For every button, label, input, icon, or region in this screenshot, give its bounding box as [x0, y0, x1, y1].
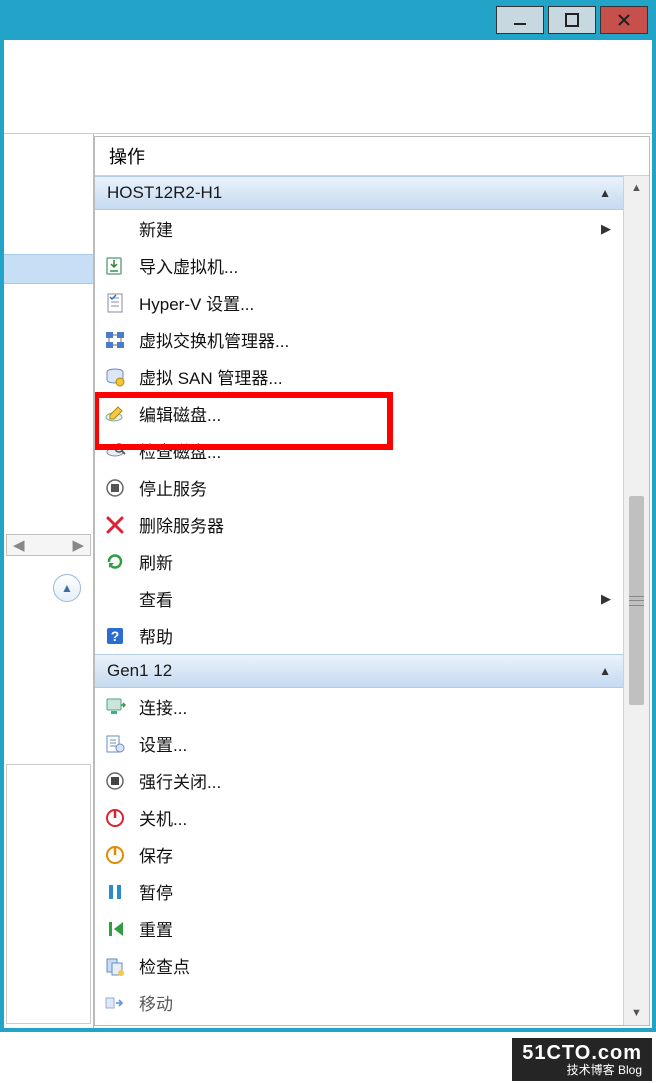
- blank-icon: [103, 217, 127, 241]
- action-hyperv-settings[interactable]: Hyper-V 设置...: [95, 284, 623, 321]
- edit-disk-icon: [103, 402, 127, 426]
- action-virtual-san-manager[interactable]: 虚拟 SAN 管理器...: [95, 358, 623, 395]
- refresh-icon: [103, 550, 127, 574]
- window-titlebar: [4, 4, 652, 40]
- actions-pane: 操作 HOST12R2-H1 ▲ 新建 ▶: [94, 136, 650, 1026]
- section-title: HOST12R2-H1: [107, 183, 222, 203]
- action-remove-server[interactable]: 删除服务器: [95, 506, 623, 543]
- submenu-arrow-icon: ▶: [601, 221, 611, 237]
- vsan-icon: [103, 365, 127, 389]
- move-icon: [103, 991, 127, 1015]
- section-header-host[interactable]: HOST12R2-H1 ▲: [95, 176, 623, 210]
- scroll-down-icon[interactable]: ▼: [624, 1001, 649, 1025]
- action-connect[interactable]: 连接...: [95, 688, 623, 725]
- action-new[interactable]: 新建 ▶: [95, 210, 623, 247]
- reset-icon: [103, 917, 127, 941]
- action-vm-settings[interactable]: 设置...: [95, 725, 623, 762]
- selected-row-stub[interactable]: [4, 254, 93, 284]
- delete-icon: [103, 513, 127, 537]
- action-pause[interactable]: 暂停: [95, 873, 623, 910]
- action-help[interactable]: ? 帮助: [95, 617, 623, 654]
- actions-pane-title: 操作: [95, 137, 649, 176]
- action-import-vm[interactable]: 导入虚拟机...: [95, 247, 623, 284]
- vm-settings-icon: [103, 732, 127, 756]
- action-shut-down[interactable]: 关机...: [95, 799, 623, 836]
- maximize-button[interactable]: [548, 6, 596, 34]
- section-title: Gen1 12: [107, 661, 172, 681]
- action-reset[interactable]: 重置: [95, 910, 623, 947]
- action-stop-service[interactable]: 停止服务: [95, 469, 623, 506]
- connect-icon: [103, 695, 127, 719]
- collapse-icon: ▲: [599, 186, 611, 200]
- action-view[interactable]: 查看 ▶: [95, 580, 623, 617]
- stop-icon: [103, 476, 127, 500]
- action-inspect-disk[interactable]: 检查磁盘...: [95, 432, 623, 469]
- close-button[interactable]: [600, 6, 648, 34]
- toolbar-region: [4, 44, 652, 134]
- blank-icon: [103, 587, 127, 611]
- collapse-icon: ▲: [599, 664, 611, 678]
- turn-off-icon: [103, 769, 127, 793]
- action-move[interactable]: 移动: [95, 984, 623, 1021]
- scroll-up-icon[interactable]: ▲: [624, 176, 649, 200]
- action-checkpoint[interactable]: 检查点: [95, 947, 623, 984]
- svg-text:?: ?: [111, 628, 120, 644]
- horizontal-scrollbar[interactable]: ◀▶: [6, 534, 91, 556]
- minimize-button[interactable]: [496, 6, 544, 34]
- action-edit-disk[interactable]: 编辑磁盘...: [95, 395, 623, 432]
- inspect-disk-icon: [103, 439, 127, 463]
- action-turn-off[interactable]: 强行关闭...: [95, 762, 623, 799]
- checkpoint-icon: [103, 954, 127, 978]
- settings-sheet-icon: [103, 291, 127, 315]
- action-virtual-switch-manager[interactable]: 虚拟交换机管理器...: [95, 321, 623, 358]
- lower-left-panel: [6, 764, 91, 1024]
- pause-icon: [103, 880, 127, 904]
- help-icon: ?: [103, 624, 127, 648]
- shut-down-icon: [103, 806, 127, 830]
- collapse-panel-button[interactable]: ▲: [53, 574, 81, 602]
- save-power-icon: [103, 843, 127, 867]
- action-refresh[interactable]: 刷新: [95, 543, 623, 580]
- vertical-scrollbar[interactable]: ▲ ▼: [623, 176, 649, 1025]
- left-panel-stub: ◀▶ ▲: [4, 134, 94, 1028]
- import-vm-icon: [103, 254, 127, 278]
- watermark: 51CTO.com 技术博客 Blog: [512, 1038, 652, 1081]
- action-save[interactable]: 保存: [95, 836, 623, 873]
- submenu-arrow-icon: ▶: [601, 591, 611, 607]
- section-header-vm[interactable]: Gen1 12 ▲: [95, 654, 623, 688]
- vswitch-icon: [103, 328, 127, 352]
